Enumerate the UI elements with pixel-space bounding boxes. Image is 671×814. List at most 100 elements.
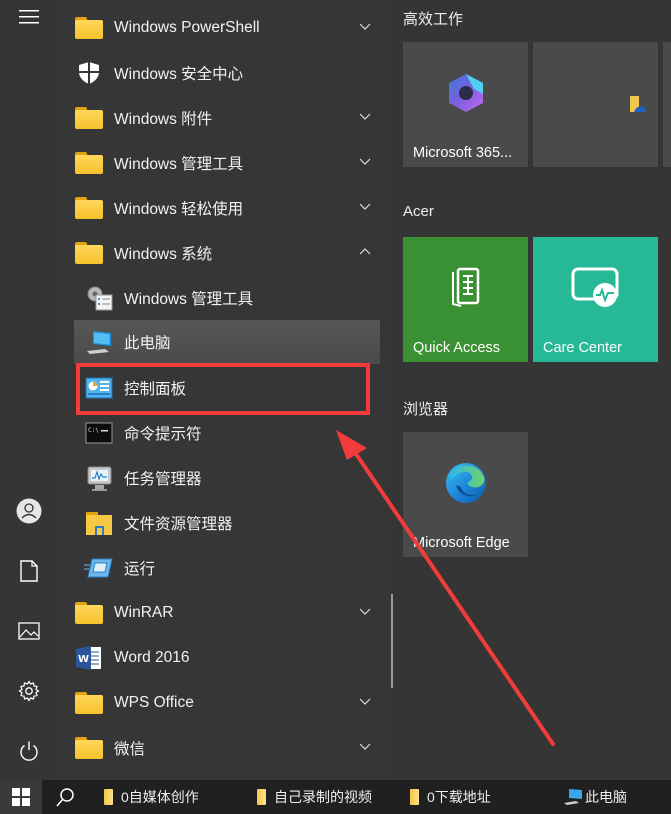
edge-icon [444, 461, 488, 509]
taskbar-item-media-creation[interactable]: 0自媒体创作 [104, 780, 199, 814]
chevron-down-icon[interactable] [358, 110, 372, 124]
list-item-windows-admin-tools[interactable]: Windows 管理工具 [74, 143, 380, 183]
shield-icon [74, 58, 104, 88]
care-center-icon [571, 267, 621, 313]
tile-label: Microsoft Edge [413, 535, 510, 551]
folder-icon [74, 598, 104, 628]
list-item-windows-accessories[interactable]: Windows 附件 [74, 98, 380, 138]
group-title-browsers: 浏览器 [403, 401, 449, 418]
chevron-down-icon[interactable] [358, 155, 372, 169]
tile-onedrive-folder[interactable] [533, 42, 658, 167]
svg-text:C:\: C:\ [88, 427, 99, 434]
svg-text:W: W [78, 654, 89, 665]
list-item-run[interactable]: 运行 [84, 548, 380, 588]
item-label: Windows 安全中心 [114, 66, 244, 83]
folder-icon [257, 789, 266, 805]
chevron-down-icon[interactable] [358, 605, 372, 619]
folder-icon [74, 103, 104, 133]
tile-label: Quick Access [413, 340, 501, 356]
annotation-highlight-box [76, 363, 370, 415]
folder-icon [74, 688, 104, 718]
file-explorer-icon [84, 508, 114, 538]
computer-icon [84, 327, 114, 357]
item-label: 文件资源管理器 [124, 516, 233, 533]
item-label: Windows 附件 [114, 111, 213, 128]
chevron-down-icon[interactable] [358, 740, 372, 754]
taskbar-item-this-pc[interactable]: 此电脑 [563, 780, 627, 814]
taskbar-item-label: 此电脑 [585, 789, 627, 805]
list-item-file-explorer[interactable]: 文件资源管理器 [84, 503, 380, 543]
tiles-pane: 高效工作 Microsoft 365... Acer Quick Access [393, 0, 671, 780]
item-label: Windows PowerShell [114, 19, 260, 36]
list-item-admin-tools[interactable]: Windows 管理工具 [84, 278, 380, 318]
word-icon: W [74, 643, 104, 673]
power-icon[interactable] [14, 736, 44, 766]
run-icon [84, 553, 114, 583]
chevron-down-icon[interactable] [358, 200, 372, 214]
list-item-winrar[interactable]: WinRAR [74, 593, 380, 633]
taskbar-item-label: 自己录制的视频 [274, 789, 372, 805]
list-item-task-manager[interactable]: 任务管理器 [84, 458, 380, 498]
quick-access-icon [449, 266, 483, 314]
taskbar-item-label: 0自媒体创作 [121, 789, 199, 805]
item-label: Windows 管理工具 [114, 156, 244, 173]
taskbar-item-downloads[interactable]: 0下载地址 [410, 780, 491, 814]
tile-quick-access[interactable]: Quick Access [403, 237, 528, 362]
user-icon[interactable] [14, 496, 44, 526]
chevron-down-icon[interactable] [358, 20, 372, 34]
folder-icon [104, 789, 113, 805]
list-item-this-pc[interactable]: 此电脑 [74, 320, 380, 364]
start-rail [0, 0, 58, 780]
taskbar-item-label: 0下载地址 [427, 789, 491, 805]
tile-microsoft-edge[interactable]: Microsoft Edge [403, 432, 528, 557]
taskbar-item-recorded-videos[interactable]: 自己录制的视频 [257, 780, 372, 814]
command-prompt-icon: C:\ [84, 418, 114, 448]
tile-label: Care Center [543, 340, 622, 356]
item-label: 任务管理器 [124, 471, 202, 488]
list-item-windows-powershell[interactable]: Windows PowerShell [74, 8, 380, 48]
folder-icon [74, 148, 104, 178]
start-button[interactable] [0, 780, 42, 814]
pictures-icon[interactable] [14, 616, 44, 646]
search-button[interactable] [42, 780, 88, 814]
list-item-word-2016[interactable]: W Word 2016 [74, 638, 380, 678]
list-item-wps-office[interactable]: WPS Office [74, 683, 380, 723]
computer-icon [564, 789, 582, 805]
item-label: Word 2016 [114, 649, 190, 666]
hamburger-menu-icon[interactable] [14, 2, 44, 32]
tile-care-center[interactable]: Care Center [533, 237, 658, 362]
tile-microsoft-365[interactable]: Microsoft 365... [403, 42, 528, 167]
chevron-up-icon[interactable] [358, 245, 372, 259]
folder-icon [74, 193, 104, 223]
list-item-wechat[interactable]: 微信 [74, 728, 380, 768]
item-label: Windows 轻松使用 [114, 201, 244, 218]
document-icon[interactable] [14, 556, 44, 586]
admin-tools-icon [84, 283, 114, 313]
folder-icon [74, 238, 104, 268]
group-title-acer: Acer [403, 203, 434, 220]
folder-icon [74, 733, 104, 763]
group-title-productivity: 高效工作 [403, 11, 464, 28]
item-label: Windows 管理工具 [124, 291, 254, 308]
search-icon [56, 788, 74, 807]
item-label: 微信 [114, 741, 146, 758]
tile-partial[interactable] [663, 42, 671, 167]
list-item-command-prompt[interactable]: C:\ 命令提示符 [84, 413, 380, 453]
list-item-windows-system[interactable]: Windows 系统 [74, 233, 380, 273]
onedrive-folder-icon [629, 94, 647, 118]
item-label: WinRAR [114, 604, 174, 621]
microsoft-365-icon [446, 72, 486, 118]
settings-icon[interactable] [14, 676, 44, 706]
list-item-windows-ease-of-access[interactable]: Windows 轻松使用 [74, 188, 380, 228]
taskbar: 0自媒体创作 自己录制的视频 0下载地址 此电脑 [0, 780, 671, 814]
item-label: WPS Office [114, 694, 194, 711]
windows-logo-icon [12, 788, 30, 806]
list-item-windows-security[interactable]: Windows 安全中心 [74, 53, 380, 93]
task-manager-icon [84, 463, 114, 493]
item-label: 运行 [124, 561, 156, 578]
chevron-down-icon[interactable] [358, 695, 372, 709]
item-label: 此电脑 [124, 335, 171, 352]
item-label: Windows 系统 [114, 246, 213, 263]
item-label: 命令提示符 [124, 426, 202, 443]
folder-icon [74, 13, 104, 43]
